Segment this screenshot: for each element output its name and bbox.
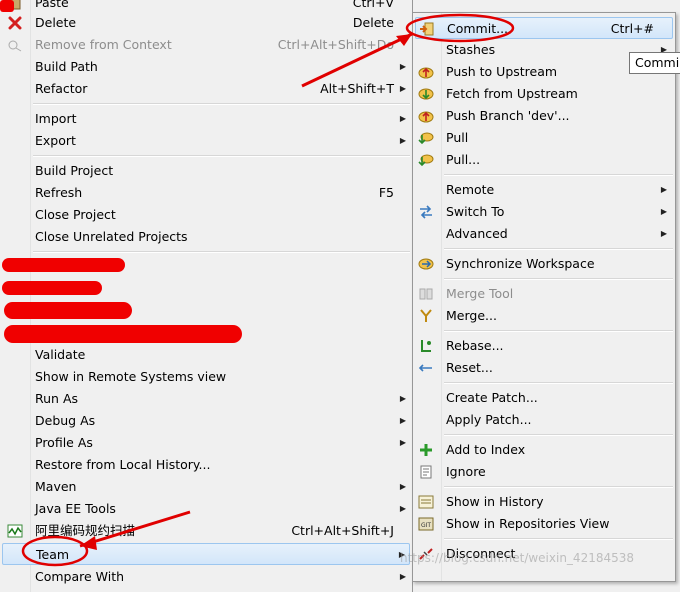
- menu-item-merge[interactable]: Merge...: [413, 305, 675, 327]
- submenu-arrow-icon: ▶: [399, 416, 406, 425]
- menu-item-team[interactable]: Team ▶: [2, 543, 410, 565]
- submenu-arrow-icon: ▶: [399, 482, 406, 491]
- menu-item-synchronize-workspace[interactable]: Synchronize Workspace: [413, 253, 675, 275]
- menu-item-pull[interactable]: Pull: [413, 127, 675, 149]
- menu-separator: [444, 278, 673, 280]
- menu-separator: [444, 248, 673, 250]
- submenu-arrow-icon: ▶: [660, 207, 667, 216]
- menu-item-java-ee-tools[interactable]: Java EE Tools ▶: [0, 498, 412, 520]
- pull-icon: [418, 131, 434, 145]
- redaction-scribble: [2, 258, 125, 272]
- menu-item-delete[interactable]: Delete Delete: [0, 12, 412, 34]
- menu-separator: [33, 155, 410, 157]
- ignore-icon: [418, 465, 434, 479]
- menu-item-maven[interactable]: Maven ▶: [0, 476, 412, 498]
- menu-item-ignore[interactable]: Ignore: [413, 461, 675, 483]
- menu-item-show-in-history[interactable]: Show in History: [413, 491, 675, 513]
- menu-item-rebase[interactable]: Rebase...: [413, 335, 675, 357]
- submenu-arrow-icon: ▶: [399, 136, 406, 145]
- menu-item-refresh[interactable]: Refresh F5: [0, 182, 412, 204]
- history-icon: [418, 495, 434, 509]
- red-x-icon: [7, 16, 23, 30]
- menu-item-merge-tool: Merge Tool: [413, 283, 675, 305]
- submenu-arrow-icon: ▶: [399, 394, 406, 403]
- menu-item-commit[interactable]: Commit... Ctrl+#: [415, 17, 673, 39]
- rebase-icon: [418, 339, 434, 353]
- menu-item-validate[interactable]: Validate: [0, 344, 412, 366]
- remove-context-icon: [7, 38, 23, 52]
- menu-item-remove-from-context: Remove from Context Ctrl+Alt+Shift+Do: [0, 34, 412, 56]
- menu-item-close-project[interactable]: Close Project: [0, 204, 412, 226]
- pull-icon: [418, 153, 434, 167]
- team-submenu: Commit... Ctrl+# Stashes ▶ Push to Upstr…: [412, 12, 676, 582]
- submenu-arrow-icon: ▶: [399, 504, 406, 513]
- submenu-arrow-icon: ▶: [660, 185, 667, 194]
- redaction-scribble: [4, 325, 242, 343]
- git-repository-icon: GIT: [418, 517, 434, 531]
- redaction-scribble: [2, 281, 102, 295]
- menu-item-build-path[interactable]: Build Path ▶: [0, 56, 412, 78]
- menu-item-apply-patch[interactable]: Apply Patch...: [413, 409, 675, 431]
- menu-item-reset[interactable]: Reset...: [413, 357, 675, 379]
- commit-icon: [419, 22, 435, 36]
- menu-item-fetch-from-upstream[interactable]: Fetch from Upstream: [413, 83, 675, 105]
- menu-item-alibaba-scan[interactable]: 阿里编码规约扫描 Ctrl+Alt+Shift+J: [0, 520, 412, 542]
- redaction-scribble: [4, 302, 132, 319]
- menu-item-close-unrelated-projects[interactable]: Close Unrelated Projects: [0, 226, 412, 248]
- code-scan-icon: [7, 524, 23, 538]
- menu-item-profile-as[interactable]: Profile As ▶: [0, 432, 412, 454]
- menu-item-remote[interactable]: Remote ▶: [413, 179, 675, 201]
- push-upstream-icon: [418, 65, 434, 79]
- menu-item-create-patch[interactable]: Create Patch...: [413, 387, 675, 409]
- commit-tooltip: Commi: [629, 52, 680, 74]
- menu-item-show-in-remote-systems[interactable]: Show in Remote Systems view: [0, 366, 412, 388]
- menu-separator: [444, 434, 673, 436]
- menu-item-debug-as[interactable]: Debug As ▶: [0, 410, 412, 432]
- menu-item-add-to-index[interactable]: Add to Index: [413, 439, 675, 461]
- menu-item-pull-dialog[interactable]: Pull...: [413, 149, 675, 171]
- menu-item-switch-to[interactable]: Switch To ▶: [413, 201, 675, 223]
- submenu-arrow-icon: ▶: [399, 572, 406, 581]
- synchronize-icon: [418, 257, 434, 271]
- menu-separator: [444, 538, 673, 540]
- submenu-arrow-icon: ▶: [399, 114, 406, 123]
- svg-text:GIT: GIT: [421, 522, 431, 529]
- menu-item-restore-local-history[interactable]: Restore from Local History...: [0, 454, 412, 476]
- merge-tool-icon: [418, 287, 434, 301]
- reset-icon: [418, 361, 434, 375]
- menu-separator: [444, 174, 673, 176]
- menu-item-refactor[interactable]: Refactor Alt+Shift+T ▶: [0, 78, 412, 100]
- menu-separator: [444, 486, 673, 488]
- menu-item-push-branch[interactable]: Push Branch 'dev'...: [413, 105, 675, 127]
- menu-item-build-project[interactable]: Build Project: [0, 160, 412, 182]
- context-menu: Paste Ctrl+V Delete Delete Remove from C…: [0, 0, 413, 592]
- menu-item-run-as[interactable]: Run As ▶: [0, 388, 412, 410]
- redaction-scribble: [0, 0, 14, 12]
- merge-icon: [418, 309, 434, 323]
- menu-item-import[interactable]: Import ▶: [0, 108, 412, 130]
- watermark: https://blog.csdn.net/weixin_42184538: [400, 551, 635, 565]
- submenu-arrow-icon: ▶: [660, 229, 667, 238]
- menu-separator: [444, 330, 673, 332]
- submenu-arrow-icon: ▶: [399, 438, 406, 447]
- menu-item-export[interactable]: Export ▶: [0, 130, 412, 152]
- menu-separator: [33, 251, 410, 253]
- plus-icon: [418, 443, 434, 457]
- fetch-upstream-icon: [418, 87, 434, 101]
- submenu-arrow-icon: ▶: [399, 84, 406, 93]
- push-branch-icon: [418, 109, 434, 123]
- switch-branch-icon: [418, 205, 434, 219]
- menu-separator: [444, 382, 673, 384]
- menu-item-compare-with[interactable]: Compare With ▶: [0, 566, 412, 588]
- menu-separator: [33, 103, 410, 105]
- menu-item-show-in-repositories[interactable]: GIT Show in Repositories View: [413, 513, 675, 535]
- menu-item-advanced[interactable]: Advanced ▶: [413, 223, 675, 245]
- submenu-arrow-icon: ▶: [399, 62, 406, 71]
